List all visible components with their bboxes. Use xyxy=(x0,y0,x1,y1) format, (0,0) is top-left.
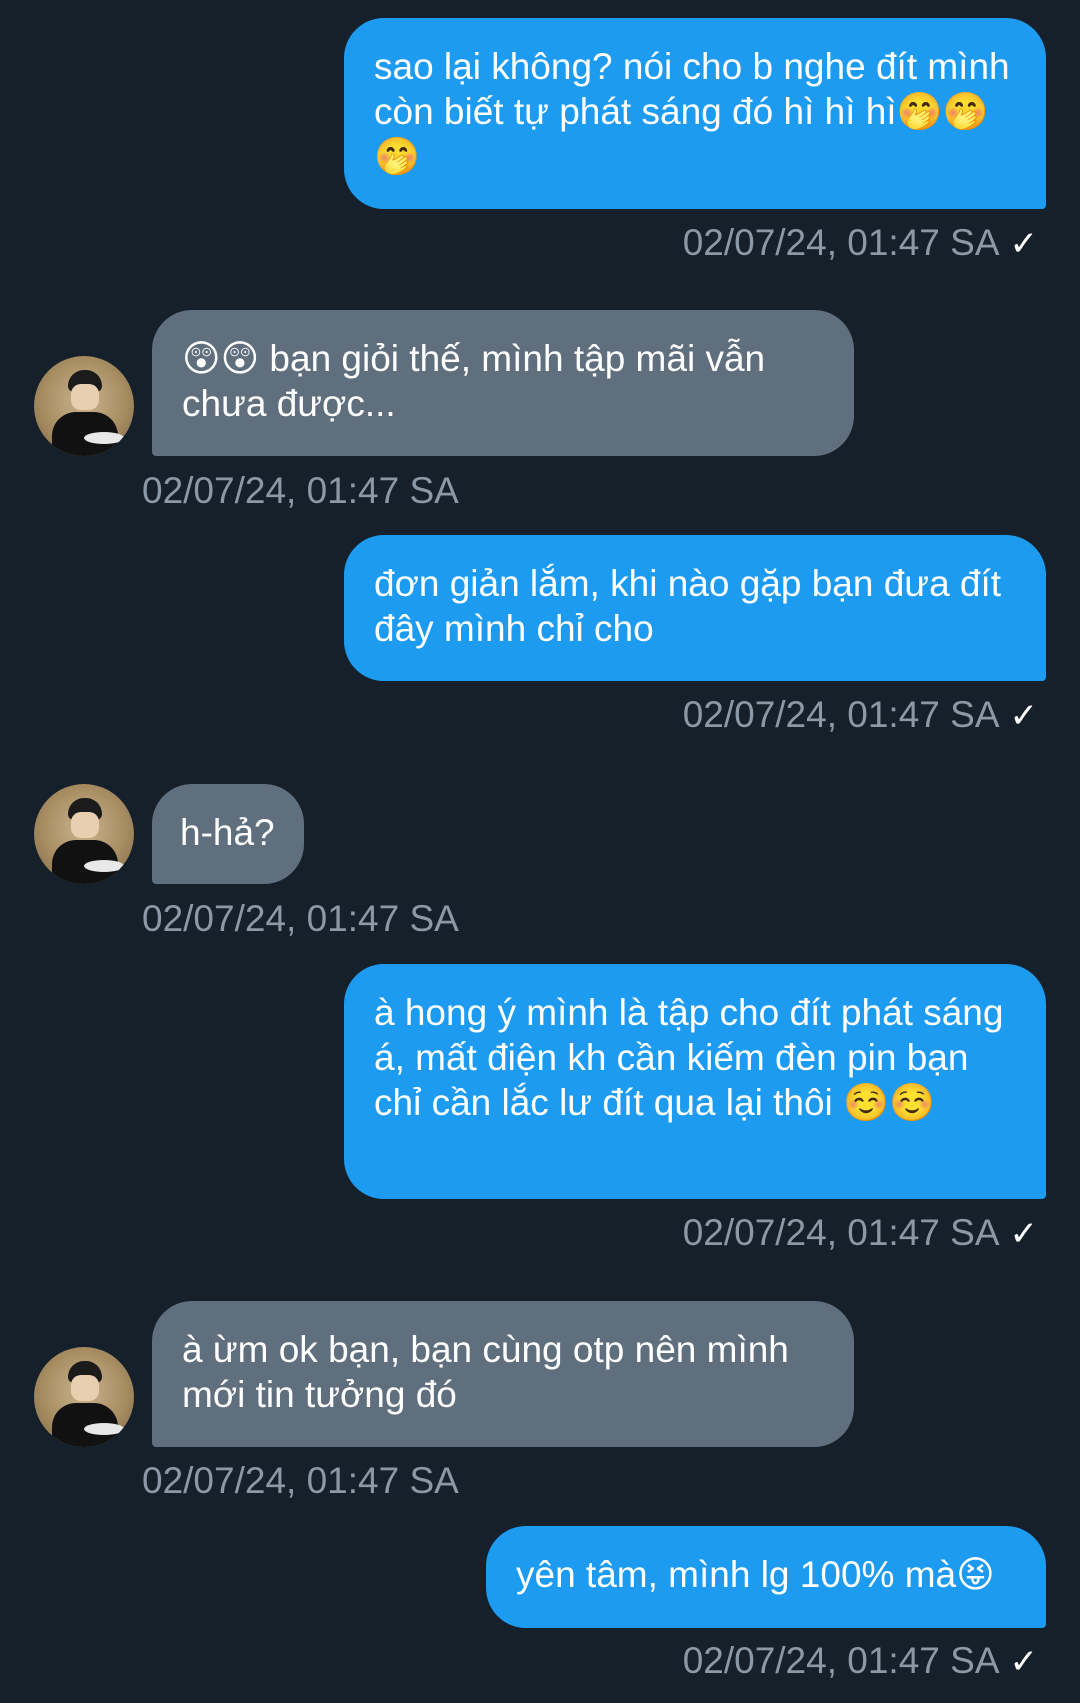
message-text: sao lại không? nói cho b nghe đít mình c… xyxy=(374,46,1010,177)
outgoing-message-bubble[interactable]: à hong ý mình là tập cho đít phát sáng á… xyxy=(344,964,1046,1199)
avatar[interactable] xyxy=(34,784,134,884)
message-text: h-hả? xyxy=(180,812,275,853)
avatar[interactable] xyxy=(34,1347,134,1447)
check-icon: ✓ xyxy=(1009,224,1039,264)
outgoing-message-bubble[interactable]: yên tâm, mình lg 100% mà😝 xyxy=(486,1526,1046,1628)
incoming-message-bubble[interactable]: h-hả? xyxy=(152,784,304,884)
message-timestamp: 02/07/24, 01:47 SA ✓ xyxy=(682,1212,1039,1254)
message-text: à hong ý mình là tập cho đít phát sáng á… xyxy=(374,992,1004,1123)
outgoing-message-bubble[interactable]: đơn giản lắm, khi nào gặp bạn đưa đít đâ… xyxy=(344,535,1046,681)
check-icon: ✓ xyxy=(1009,1214,1039,1254)
message-timestamp: 02/07/24, 01:47 SA xyxy=(142,898,459,939)
message-timestamp: 02/07/24, 01:47 SA ✓ xyxy=(682,222,1039,264)
check-icon: ✓ xyxy=(1009,696,1039,736)
message-timestamp: 02/07/24, 01:47 SA ✓ xyxy=(682,694,1039,736)
message-text: yên tâm, mình lg 100% mà😝 xyxy=(516,1554,995,1595)
message-timestamp: 02/07/24, 01:47 SA xyxy=(142,470,459,511)
message-timestamp: 02/07/24, 01:47 SA xyxy=(142,1460,459,1501)
outgoing-message-bubble[interactable]: sao lại không? nói cho b nghe đít mình c… xyxy=(344,18,1046,209)
incoming-message-bubble[interactable]: 😲😲 bạn giỏi thế, mình tập mãi vẫn chưa đ… xyxy=(152,310,854,456)
message-text: 😲😲 bạn giỏi thế, mình tập mãi vẫn chưa đ… xyxy=(182,338,766,424)
message-text: đơn giản lắm, khi nào gặp bạn đưa đít đâ… xyxy=(374,563,1002,649)
check-icon: ✓ xyxy=(1009,1642,1039,1682)
incoming-message-bubble[interactable]: à ừm ok bạn, bạn cùng otp nên mình mới t… xyxy=(152,1301,854,1447)
avatar[interactable] xyxy=(34,356,134,456)
message-text: à ừm ok bạn, bạn cùng otp nên mình mới t… xyxy=(182,1329,789,1415)
message-timestamp: 02/07/24, 01:47 SA ✓ xyxy=(682,1640,1039,1682)
